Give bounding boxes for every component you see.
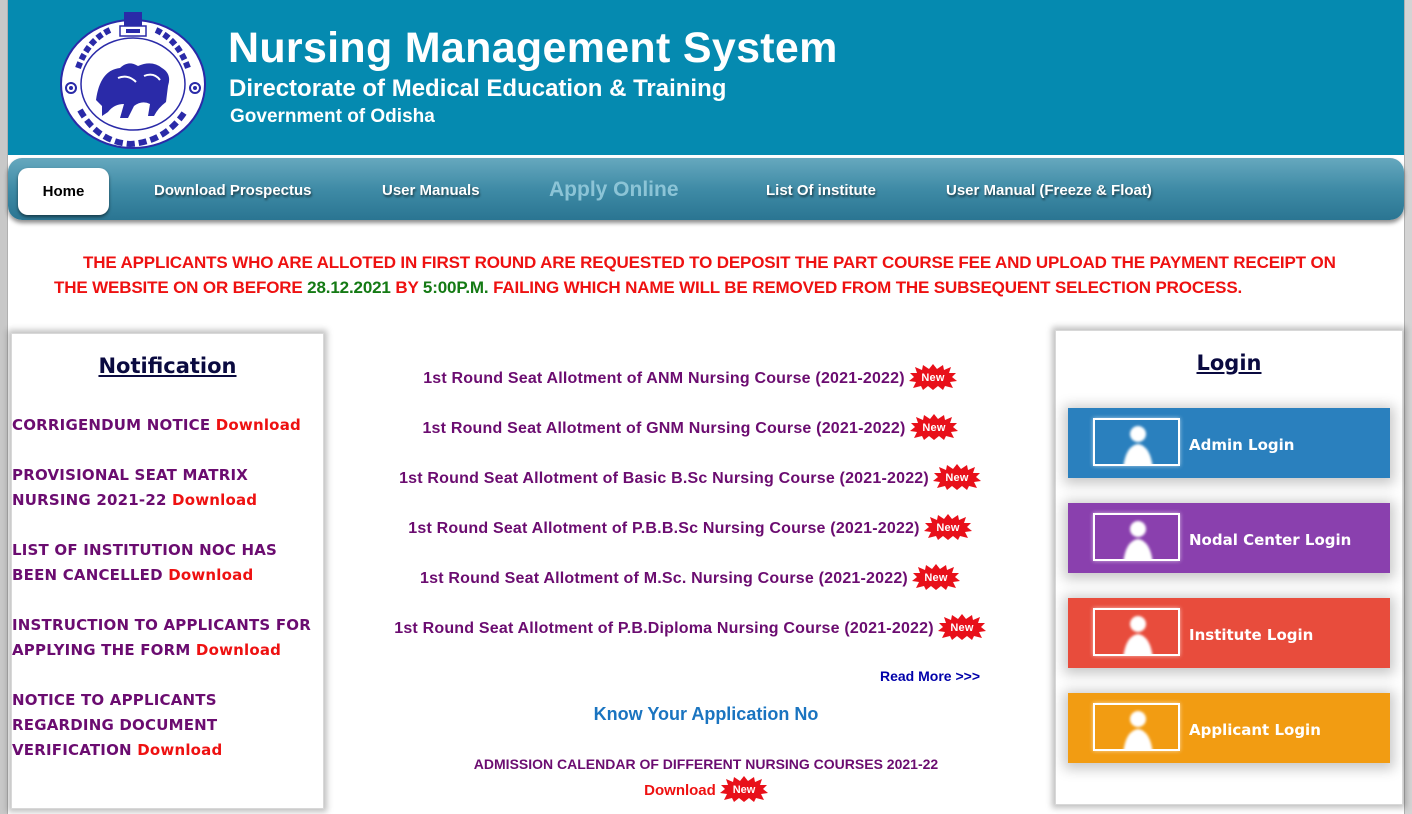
- avatar: [1093, 513, 1180, 561]
- notification-item: PROVISIONAL SEAT MATRIX NURSING 2021-22 …: [12, 463, 262, 513]
- notification-title: Notification: [98, 354, 237, 378]
- nav-download-prospectus[interactable]: Download Prospectus: [154, 182, 312, 199]
- notification-panel: Notification CORRIGENDUM NOTICE Download…: [11, 333, 324, 809]
- notice-text: THE WEBSITE ON OR BEFORE: [54, 278, 308, 297]
- read-more-link[interactable]: Read More >>>: [880, 668, 980, 684]
- nav-home[interactable]: Home: [18, 168, 109, 215]
- new-badge-icon: New: [719, 776, 768, 802]
- admission-calendar-title: ADMISSION CALENDAR OF DIFFERENT NURSING …: [473, 756, 939, 772]
- know-application-link[interactable]: Know Your Application No: [330, 704, 1082, 725]
- admission-calendar-download: Download New: [330, 776, 1082, 804]
- download-link[interactable]: Download: [137, 741, 222, 759]
- notice-text: FAILING WHICH NAME WILL BE REMOVED FROM …: [488, 278, 1243, 297]
- scrollbar-track[interactable]: [1404, 0, 1412, 814]
- download-link[interactable]: Download: [196, 641, 281, 659]
- institute-login-label: Institute Login: [1189, 626, 1314, 644]
- new-badge-icon: New: [932, 464, 981, 490]
- user-icon: [1123, 426, 1153, 464]
- allotment-link[interactable]: 1st Round Seat Allotment of GNM Nursing …: [330, 414, 1050, 442]
- nav-list-of-institute[interactable]: List Of institute: [766, 182, 876, 199]
- allotment-text[interactable]: 1st Round Seat Allotment of GNM Nursing …: [422, 420, 905, 437]
- notice-line-2: THE WEBSITE ON OR BEFORE 28.12.2021 BY 5…: [50, 275, 1400, 300]
- notice-time: 5:00P.M.: [422, 278, 489, 297]
- download-link[interactable]: Download: [216, 416, 301, 434]
- notification-list: CORRIGENDUM NOTICE Download PROVISIONAL …: [12, 413, 323, 763]
- user-icon: [1123, 616, 1153, 654]
- nodal-center-login-button[interactable]: Nodal Center Login: [1068, 503, 1390, 573]
- admin-login-label: Admin Login: [1189, 436, 1295, 454]
- allotment-text[interactable]: 1st Round Seat Allotment of Basic B.Sc N…: [399, 470, 929, 487]
- avatar: [1093, 418, 1180, 466]
- avatar: [1093, 703, 1180, 751]
- notification-item: NOTICE TO APPLICANTS REGARDING DOCUMENT …: [12, 688, 242, 763]
- nav-user-manuals[interactable]: User Manuals: [382, 182, 480, 199]
- notice-marquee: THE APPLICANTS WHO ARE ALLOTED IN FIRST …: [50, 250, 1400, 300]
- site-title: Nursing Management System: [228, 24, 838, 72]
- new-badge-icon: New: [911, 564, 960, 590]
- new-badge-text: New: [950, 622, 973, 634]
- notification-text: CORRIGENDUM NOTICE: [12, 416, 211, 434]
- download-link[interactable]: Download: [168, 566, 253, 584]
- notification-item: LIST OF INSTITUTION NOC HAS BEEN CANCELL…: [12, 538, 292, 588]
- login-title: Login: [1196, 351, 1262, 375]
- main-nav: Home Download Prospectus User Manuals Ap…: [8, 158, 1404, 220]
- nav-apply-online[interactable]: Apply Online: [549, 178, 679, 202]
- new-badge-icon: New: [937, 614, 986, 640]
- download-link[interactable]: Download: [172, 491, 257, 509]
- institute-login-button[interactable]: Institute Login: [1068, 598, 1390, 668]
- notice-line-1: THE APPLICANTS WHO ARE ALLOTED IN FIRST …: [83, 253, 1336, 272]
- odisha-emblem-icon: [60, 12, 206, 149]
- new-badge-text: New: [936, 522, 959, 534]
- allotment-link[interactable]: 1st Round Seat Allotment of M.Sc. Nursin…: [330, 564, 1050, 592]
- allotment-link[interactable]: 1st Round Seat Allotment of P.B.Diploma …: [330, 614, 1050, 642]
- allotment-text[interactable]: 1st Round Seat Allotment of M.Sc. Nursin…: [420, 570, 908, 587]
- new-badge-icon: New: [909, 414, 958, 440]
- site-header: Nursing Management System Directorate of…: [8, 0, 1404, 155]
- new-badge-text: New: [733, 784, 756, 796]
- allotment-text[interactable]: 1st Round Seat Allotment of ANM Nursing …: [423, 370, 905, 387]
- login-panel: Login Admin Login Nodal Center Login Ins…: [1055, 330, 1403, 805]
- new-badge-text: New: [922, 422, 945, 434]
- allotment-link[interactable]: 1st Round Seat Allotment of P.B.B.Sc Nur…: [330, 514, 1050, 542]
- allotment-link[interactable]: 1st Round Seat Allotment of Basic B.Sc N…: [330, 464, 1050, 492]
- new-badge-text: New: [921, 372, 944, 384]
- site-org: Government of Odisha: [230, 106, 435, 127]
- notice-date: 28.12.2021: [307, 278, 391, 297]
- nodal-center-login-label: Nodal Center Login: [1189, 531, 1352, 549]
- notice-text: BY: [390, 278, 423, 297]
- avatar: [1093, 608, 1180, 656]
- allotment-text[interactable]: 1st Round Seat Allotment of P.B.B.Sc Nur…: [408, 520, 919, 537]
- admission-download-link[interactable]: Download: [644, 782, 716, 799]
- user-icon: [1123, 521, 1153, 559]
- site-subtitle: Directorate of Medical Education & Train…: [229, 75, 727, 102]
- new-badge-icon: New: [923, 514, 972, 540]
- allotment-text[interactable]: 1st Round Seat Allotment of P.B.Diploma …: [394, 620, 934, 637]
- new-badge-text: New: [924, 572, 947, 584]
- admin-login-button[interactable]: Admin Login: [1068, 408, 1390, 478]
- page-border-left: [0, 0, 8, 814]
- applicant-login-label: Applicant Login: [1189, 721, 1321, 739]
- applicant-login-button[interactable]: Applicant Login: [1068, 693, 1390, 763]
- new-badge-text: New: [945, 472, 968, 484]
- new-badge-icon: New: [908, 364, 957, 390]
- notification-item: INSTRUCTION TO APPLICANTS FOR APPLYING T…: [12, 613, 317, 663]
- nav-user-manual-freeze-float[interactable]: User Manual (Freeze & Float): [946, 182, 1152, 199]
- allotment-link[interactable]: 1st Round Seat Allotment of ANM Nursing …: [330, 364, 1050, 392]
- user-icon: [1123, 711, 1153, 749]
- notification-item: CORRIGENDUM NOTICE Download: [12, 413, 323, 438]
